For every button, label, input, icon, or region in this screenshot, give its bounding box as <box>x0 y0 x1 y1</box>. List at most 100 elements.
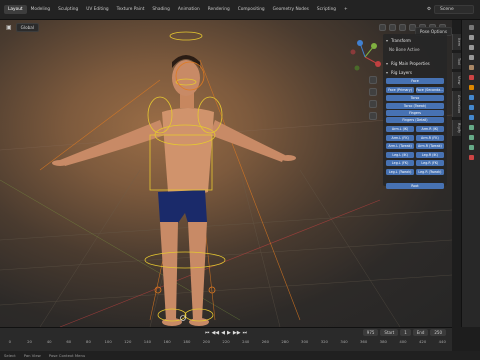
current-frame-field[interactable]: 975 <box>362 329 379 336</box>
layer-fingers-detail-button[interactable]: Fingers (Detail) <box>386 117 444 124</box>
ruler-tick: 120 <box>124 339 132 344</box>
jump-end-icon[interactable]: ⏭ <box>243 330 248 336</box>
layer-root-button[interactable]: Root <box>386 182 444 189</box>
layer-arm-l-ik-button[interactable]: Arm.L (IK) <box>386 125 415 132</box>
scene-selector[interactable]: ⚙ Scene <box>427 5 480 14</box>
editor-type-icon[interactable]: ▣ <box>6 24 12 31</box>
data-icon[interactable] <box>468 135 474 140</box>
start-frame-field[interactable]: 1 <box>400 329 411 336</box>
ruler-tick: 0 <box>8 339 12 344</box>
ruler-tick: 300 <box>301 339 309 344</box>
scene-icon: ⚙ <box>426 7 431 12</box>
workspace-tab[interactable]: Layout <box>4 5 27 14</box>
ruler-tick: 320 <box>320 339 328 344</box>
play-icon[interactable]: ▶ <box>227 330 231 336</box>
next-keyframe-icon[interactable]: ▶▶ <box>233 330 241 336</box>
layer-leg-l-tweak-button[interactable]: Leg.L (Tweak) <box>386 168 415 175</box>
modifier-icon[interactable] <box>468 95 474 100</box>
tab-item[interactable]: Item <box>452 34 461 50</box>
transform-orientation[interactable]: Global <box>15 22 40 32</box>
workspace-tab[interactable]: Sculpting <box>54 5 82 14</box>
visibility-icon[interactable] <box>379 23 386 31</box>
jump-start-icon[interactable]: ⏮ <box>205 330 210 336</box>
object-icon[interactable] <box>468 85 474 90</box>
ruler-tick: 280 <box>281 339 289 344</box>
ruler-tick: 100 <box>104 339 112 344</box>
workspace-tab[interactable]: Rendering <box>204 5 234 14</box>
ruler-tick: 160 <box>163 339 171 344</box>
workspace-tab[interactable]: Geometry Nodes <box>269 5 313 14</box>
prev-keyframe-icon[interactable]: ◀◀ <box>211 330 219 336</box>
end-frame-field[interactable]: 250 <box>430 329 446 336</box>
grid-icon[interactable] <box>369 112 377 120</box>
character-body <box>52 55 296 326</box>
pan-icon[interactable] <box>369 88 377 96</box>
add-workspace-button[interactable]: + <box>340 5 352 14</box>
layer-face-button[interactable]: Face <box>386 78 444 85</box>
status-select: Select <box>4 353 16 358</box>
ruler-tick: 240 <box>242 339 250 344</box>
layer-leg-l-ik-button[interactable]: Leg.L (IK) <box>386 151 415 158</box>
ruler-tick: 260 <box>261 339 269 344</box>
layer-leg-r-tweak-button[interactable]: Leg.R (Tweak) <box>415 168 444 175</box>
tool-icon[interactable] <box>468 25 474 30</box>
rig-main-header[interactable]: Rig Main Properties <box>386 59 444 68</box>
layer-arm-l-tweak-button[interactable]: Arm.L (Tweak) <box>386 143 415 150</box>
rig-layers-header[interactable]: Rig Layers <box>386 68 444 77</box>
floor-grid <box>0 169 452 327</box>
render-icon[interactable] <box>468 35 474 40</box>
layer-arm-r-tweak-button[interactable]: Arm.R (Tweak) <box>415 143 444 150</box>
blender-window: Layout Modeling Sculpting UV Editing Tex… <box>0 0 480 360</box>
workspace-tab[interactable]: Texture Paint <box>113 5 149 14</box>
ruler-tick: 380 <box>379 339 387 344</box>
layer-arm-r-fk-button[interactable]: Arm.R (FK) <box>415 134 444 141</box>
tab-rigify[interactable]: Rigify <box>452 120 461 136</box>
navigation-gizmo[interactable] <box>348 40 382 74</box>
layer-face-secondary-button[interactable]: Face (Seconda... <box>415 86 444 93</box>
ruler-tick: 360 <box>360 339 368 344</box>
tab-tool[interactable]: Tool <box>452 53 461 69</box>
layer-leg-r-ik-button[interactable]: Leg.R (IK) <box>415 151 444 158</box>
camera-icon[interactable] <box>369 100 377 108</box>
status-pan: Pan View <box>23 353 41 358</box>
viewport-nav-buttons <box>369 76 377 120</box>
bone-icon[interactable] <box>468 145 474 150</box>
output-icon[interactable] <box>468 45 474 50</box>
ruler-tick: 220 <box>222 339 230 344</box>
layer-torso-tweak-button[interactable]: Torso (Tweak) <box>386 102 444 109</box>
zoom-icon[interactable] <box>369 76 377 84</box>
workspace-tab[interactable]: Shading <box>148 5 173 14</box>
workspace-tab[interactable]: Compositing <box>234 5 269 14</box>
scene-name[interactable]: Scene <box>434 5 474 14</box>
layer-torso-button[interactable]: Torso <box>386 95 444 102</box>
layer-arm-r-ik-button[interactable]: Arm.R (IK) <box>415 125 444 132</box>
tab-animation[interactable]: Animation <box>452 91 461 117</box>
workspace-tab[interactable]: Modeling <box>27 5 55 14</box>
layer-fingers-button[interactable]: Fingers <box>386 110 444 117</box>
no-bone-text: No Bone Active <box>389 47 420 52</box>
workspace-tab[interactable]: UV Editing <box>82 5 112 14</box>
particles-icon[interactable] <box>468 105 474 110</box>
workspace-tab[interactable]: Animation <box>174 5 204 14</box>
transform-header[interactable]: Transform <box>386 36 444 45</box>
material-icon[interactable] <box>468 155 474 160</box>
gizmo-icon[interactable] <box>389 23 396 31</box>
layer-leg-l-fk-button[interactable]: Leg.L (FK) <box>386 160 415 167</box>
sidebar-panel: Transform No Bone Active Rig Main Proper… <box>383 34 447 189</box>
physics-icon[interactable] <box>468 115 474 120</box>
start-label: Start <box>380 329 399 336</box>
play-reverse-icon[interactable]: ◀ <box>221 330 225 336</box>
world-icon[interactable] <box>468 75 474 80</box>
frame-ruler[interactable]: 0 20 40 60 80 100 120 140 160 180 200 220 240 260 280 3… <box>0 339 452 347</box>
layer-arm-l-fk-button[interactable]: Arm.L (FK) <box>386 134 415 141</box>
overlay-icon[interactable] <box>399 23 406 31</box>
end-label: End <box>412 329 429 336</box>
layer-leg-r-fk-button[interactable]: Leg.R (FK) <box>415 160 444 167</box>
workspace-tab[interactable]: Scripting <box>313 5 340 14</box>
ruler-tick: 80 <box>86 339 91 344</box>
constraints-icon[interactable] <box>468 125 474 130</box>
view-layer-icon[interactable] <box>468 55 474 60</box>
scene-props-icon[interactable] <box>468 65 474 70</box>
layer-face-primary-button[interactable]: Face (Primary) <box>386 86 415 93</box>
tab-view[interactable]: View <box>452 72 461 88</box>
